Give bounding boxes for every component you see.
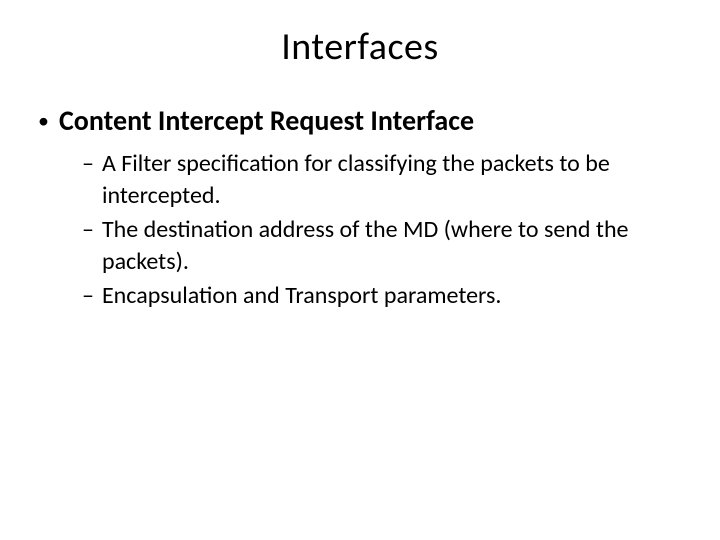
slide-container: Interfaces • Content Intercept Request I… bbox=[0, 0, 720, 540]
slide-title: Interfaces bbox=[0, 24, 720, 70]
bullet-l2-text: The destination address of the MD (where… bbox=[102, 214, 682, 278]
bullet-dash-icon: – bbox=[82, 148, 94, 180]
bullet-dot-icon: • bbox=[38, 104, 49, 138]
bullet-level-2: – The destination address of the MD (whe… bbox=[82, 214, 682, 278]
bullet-l2-text: Encapsulation and Transport parameters. bbox=[102, 280, 502, 312]
bullet-dash-icon: – bbox=[82, 280, 94, 312]
bullet-l1-text: Content Intercept Request Interface bbox=[59, 104, 474, 138]
bullet-level-2: – A Filter specification for classifying… bbox=[82, 148, 682, 212]
bullet-level-2: – Encapsulation and Transport parameters… bbox=[82, 280, 682, 312]
bullet-level-1: • Content Intercept Request Interface bbox=[38, 104, 682, 138]
bullet-l2-text: A Filter specification for classifying t… bbox=[102, 148, 682, 212]
slide-content: • Content Intercept Request Interface – … bbox=[0, 104, 720, 312]
sub-bullet-list: – A Filter specification for classifying… bbox=[38, 148, 682, 312]
bullet-dash-icon: – bbox=[82, 214, 94, 246]
